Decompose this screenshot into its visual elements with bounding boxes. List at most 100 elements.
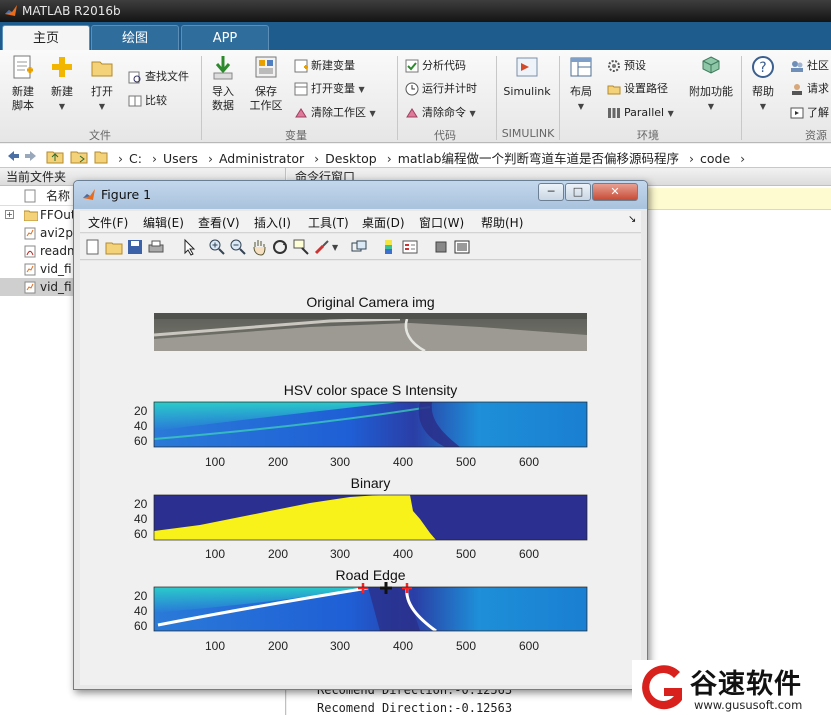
- figure-title-bar[interactable]: Figure 1 ─ □ ✕: [74, 181, 647, 209]
- back-arrow-icon[interactable]: [4, 148, 20, 164]
- new-script-button[interactable]: 新建 脚本: [6, 54, 40, 113]
- analyze-code-button[interactable]: 分析代码: [405, 57, 466, 75]
- open-file-icon[interactable]: [105, 238, 123, 256]
- command-output-line: Recomend Direction:-0.12563: [317, 701, 513, 715]
- open-button[interactable]: 打开 ▼: [86, 54, 118, 114]
- road-edge-axes: [153, 582, 588, 633]
- link-plot-icon[interactable]: [350, 238, 368, 256]
- show-plot-tools-icon[interactable]: [453, 238, 471, 256]
- chevron-down-icon: ▼: [759, 102, 767, 111]
- menu-window[interactable]: 窗口(W): [419, 214, 464, 231]
- y-tick-label: 40: [134, 512, 148, 526]
- print-icon[interactable]: [147, 238, 165, 256]
- menu-view[interactable]: 查看(V): [198, 214, 240, 231]
- parallel-button[interactable]: Parallel ▼: [607, 104, 674, 122]
- menu-tools[interactable]: 工具(T): [308, 214, 349, 231]
- new-button[interactable]: 新建 ▼: [46, 54, 78, 114]
- tab-home[interactable]: 主页: [2, 25, 90, 50]
- community-button[interactable]: 社区: [790, 57, 829, 75]
- new-script-icon: [13, 55, 33, 79]
- save-icon[interactable]: [126, 238, 144, 256]
- new-variable-button[interactable]: 新建变量: [294, 57, 355, 75]
- dock-arrow-icon[interactable]: ↘: [628, 214, 636, 225]
- expand-icon[interactable]: +: [5, 210, 14, 219]
- simulink-button[interactable]: Simulink: [502, 54, 552, 99]
- up-folder-icon[interactable]: [46, 148, 64, 164]
- maximize-button[interactable]: □: [565, 183, 591, 201]
- forward-arrow-icon[interactable]: [24, 148, 40, 164]
- tab-apps[interactable]: APP: [181, 25, 269, 50]
- pan-hand-icon[interactable]: [250, 238, 268, 256]
- clear-workspace-button[interactable]: 清除工作区 ▼: [294, 104, 376, 122]
- chevron-down-icon: ▼: [358, 85, 365, 94]
- menu-edit[interactable]: 编辑(E): [143, 214, 184, 231]
- learn-button[interactable]: 了解: [790, 104, 829, 122]
- zoom-in-icon[interactable]: [208, 238, 226, 256]
- figure-toolbar: ▼: [80, 234, 641, 260]
- select-arrow-icon[interactable]: [180, 238, 198, 256]
- x-tick-label: 100: [205, 547, 226, 561]
- binary-axes: [153, 494, 588, 541]
- ribbon-tabs: 主页 绘图 APP: [0, 22, 831, 50]
- figure-canvas[interactable]: Original Camera img HSV color space S In…: [80, 261, 641, 685]
- help-button[interactable]: ? 帮助 ▼: [748, 54, 778, 114]
- tab-plots[interactable]: 绘图: [91, 25, 179, 50]
- set-path-button[interactable]: 设置路径: [607, 80, 668, 98]
- request-support-button[interactable]: 请求: [790, 80, 829, 98]
- browse-folder-icon[interactable]: [70, 148, 88, 164]
- layout-button[interactable]: 布局 ▼: [564, 54, 598, 114]
- ribbon-divider: [559, 56, 560, 140]
- addons-button[interactable]: 附加功能 ▼: [688, 54, 734, 114]
- matlab-logo-icon: [83, 189, 95, 200]
- breadcrumb[interactable]: › C: › Users › Administrator › Desktop › matl…: [112, 148, 751, 167]
- import-data-button[interactable]: 导入 数据: [206, 54, 240, 113]
- breadcrumb-item[interactable]: Users: [163, 151, 198, 166]
- breadcrumb-item[interactable]: C:: [129, 151, 142, 166]
- parallel-icon: [608, 108, 620, 118]
- breadcrumb-item[interactable]: matlab编程做一个判断弯道车道是否偏移源码程序: [398, 151, 679, 166]
- app-title: MATLAB R2016b: [22, 4, 121, 18]
- open-variable-button[interactable]: 打开变量 ▼: [294, 80, 365, 98]
- watermark: 谷速软件 www.gususoft.com: [632, 660, 831, 715]
- breadcrumb-item[interactable]: Administrator: [219, 151, 304, 166]
- find-files-icon: [128, 71, 141, 84]
- root-folder-icon[interactable]: [94, 148, 108, 164]
- clear-commands-button[interactable]: 清除命令 ▼: [405, 104, 476, 122]
- subplots-svg[interactable]: [80, 261, 641, 685]
- colorbar-icon[interactable]: [380, 238, 398, 256]
- y-tick-label: 20: [134, 404, 148, 418]
- save-workspace-button[interactable]: 保存 工作区: [246, 54, 286, 113]
- close-button[interactable]: ✕: [592, 183, 638, 201]
- run-time-button[interactable]: 运行并计时: [405, 80, 477, 98]
- open-variable-icon: [294, 82, 308, 96]
- chevron-down-icon: ▼: [707, 102, 715, 111]
- find-files-button[interactable]: 查找文件: [128, 68, 189, 86]
- preferences-button[interactable]: 预设: [607, 57, 646, 75]
- menu-help[interactable]: 帮助(H): [481, 214, 523, 231]
- legend-icon[interactable]: [401, 238, 419, 256]
- compare-button[interactable]: 比较: [128, 92, 167, 110]
- hide-plot-tools-icon[interactable]: [432, 238, 450, 256]
- x-tick-label: 500: [456, 455, 477, 469]
- new-figure-icon[interactable]: [84, 238, 102, 256]
- figure-window[interactable]: Figure 1 ─ □ ✕ 文件(F) 编辑(E) 查看(V) 插入(I) 工…: [73, 180, 648, 690]
- minimize-button[interactable]: ─: [538, 183, 564, 201]
- zoom-out-icon[interactable]: [229, 238, 247, 256]
- chevron-down-icon[interactable]: ▼: [332, 243, 338, 252]
- clear-commands-icon: [406, 108, 418, 118]
- brush-icon[interactable]: [313, 238, 331, 256]
- data-cursor-icon[interactable]: [292, 238, 310, 256]
- help-icon: ?: [752, 56, 774, 78]
- rotate-3d-icon[interactable]: [271, 238, 289, 256]
- menu-desktop[interactable]: 桌面(D): [362, 214, 405, 231]
- x-tick-label: 400: [393, 455, 414, 469]
- chevron-down-icon: ▼: [469, 109, 476, 118]
- menu-insert[interactable]: 插入(I): [254, 214, 291, 231]
- x-tick-label: 100: [205, 455, 226, 469]
- breadcrumb-item[interactable]: code: [700, 151, 730, 166]
- menu-file[interactable]: 文件(F): [88, 214, 128, 231]
- y-tick-label: 60: [134, 434, 148, 448]
- breadcrumb-item[interactable]: Desktop: [325, 151, 377, 166]
- group-label-resources: 资源: [805, 129, 827, 142]
- group-label-code: 代码: [434, 129, 456, 142]
